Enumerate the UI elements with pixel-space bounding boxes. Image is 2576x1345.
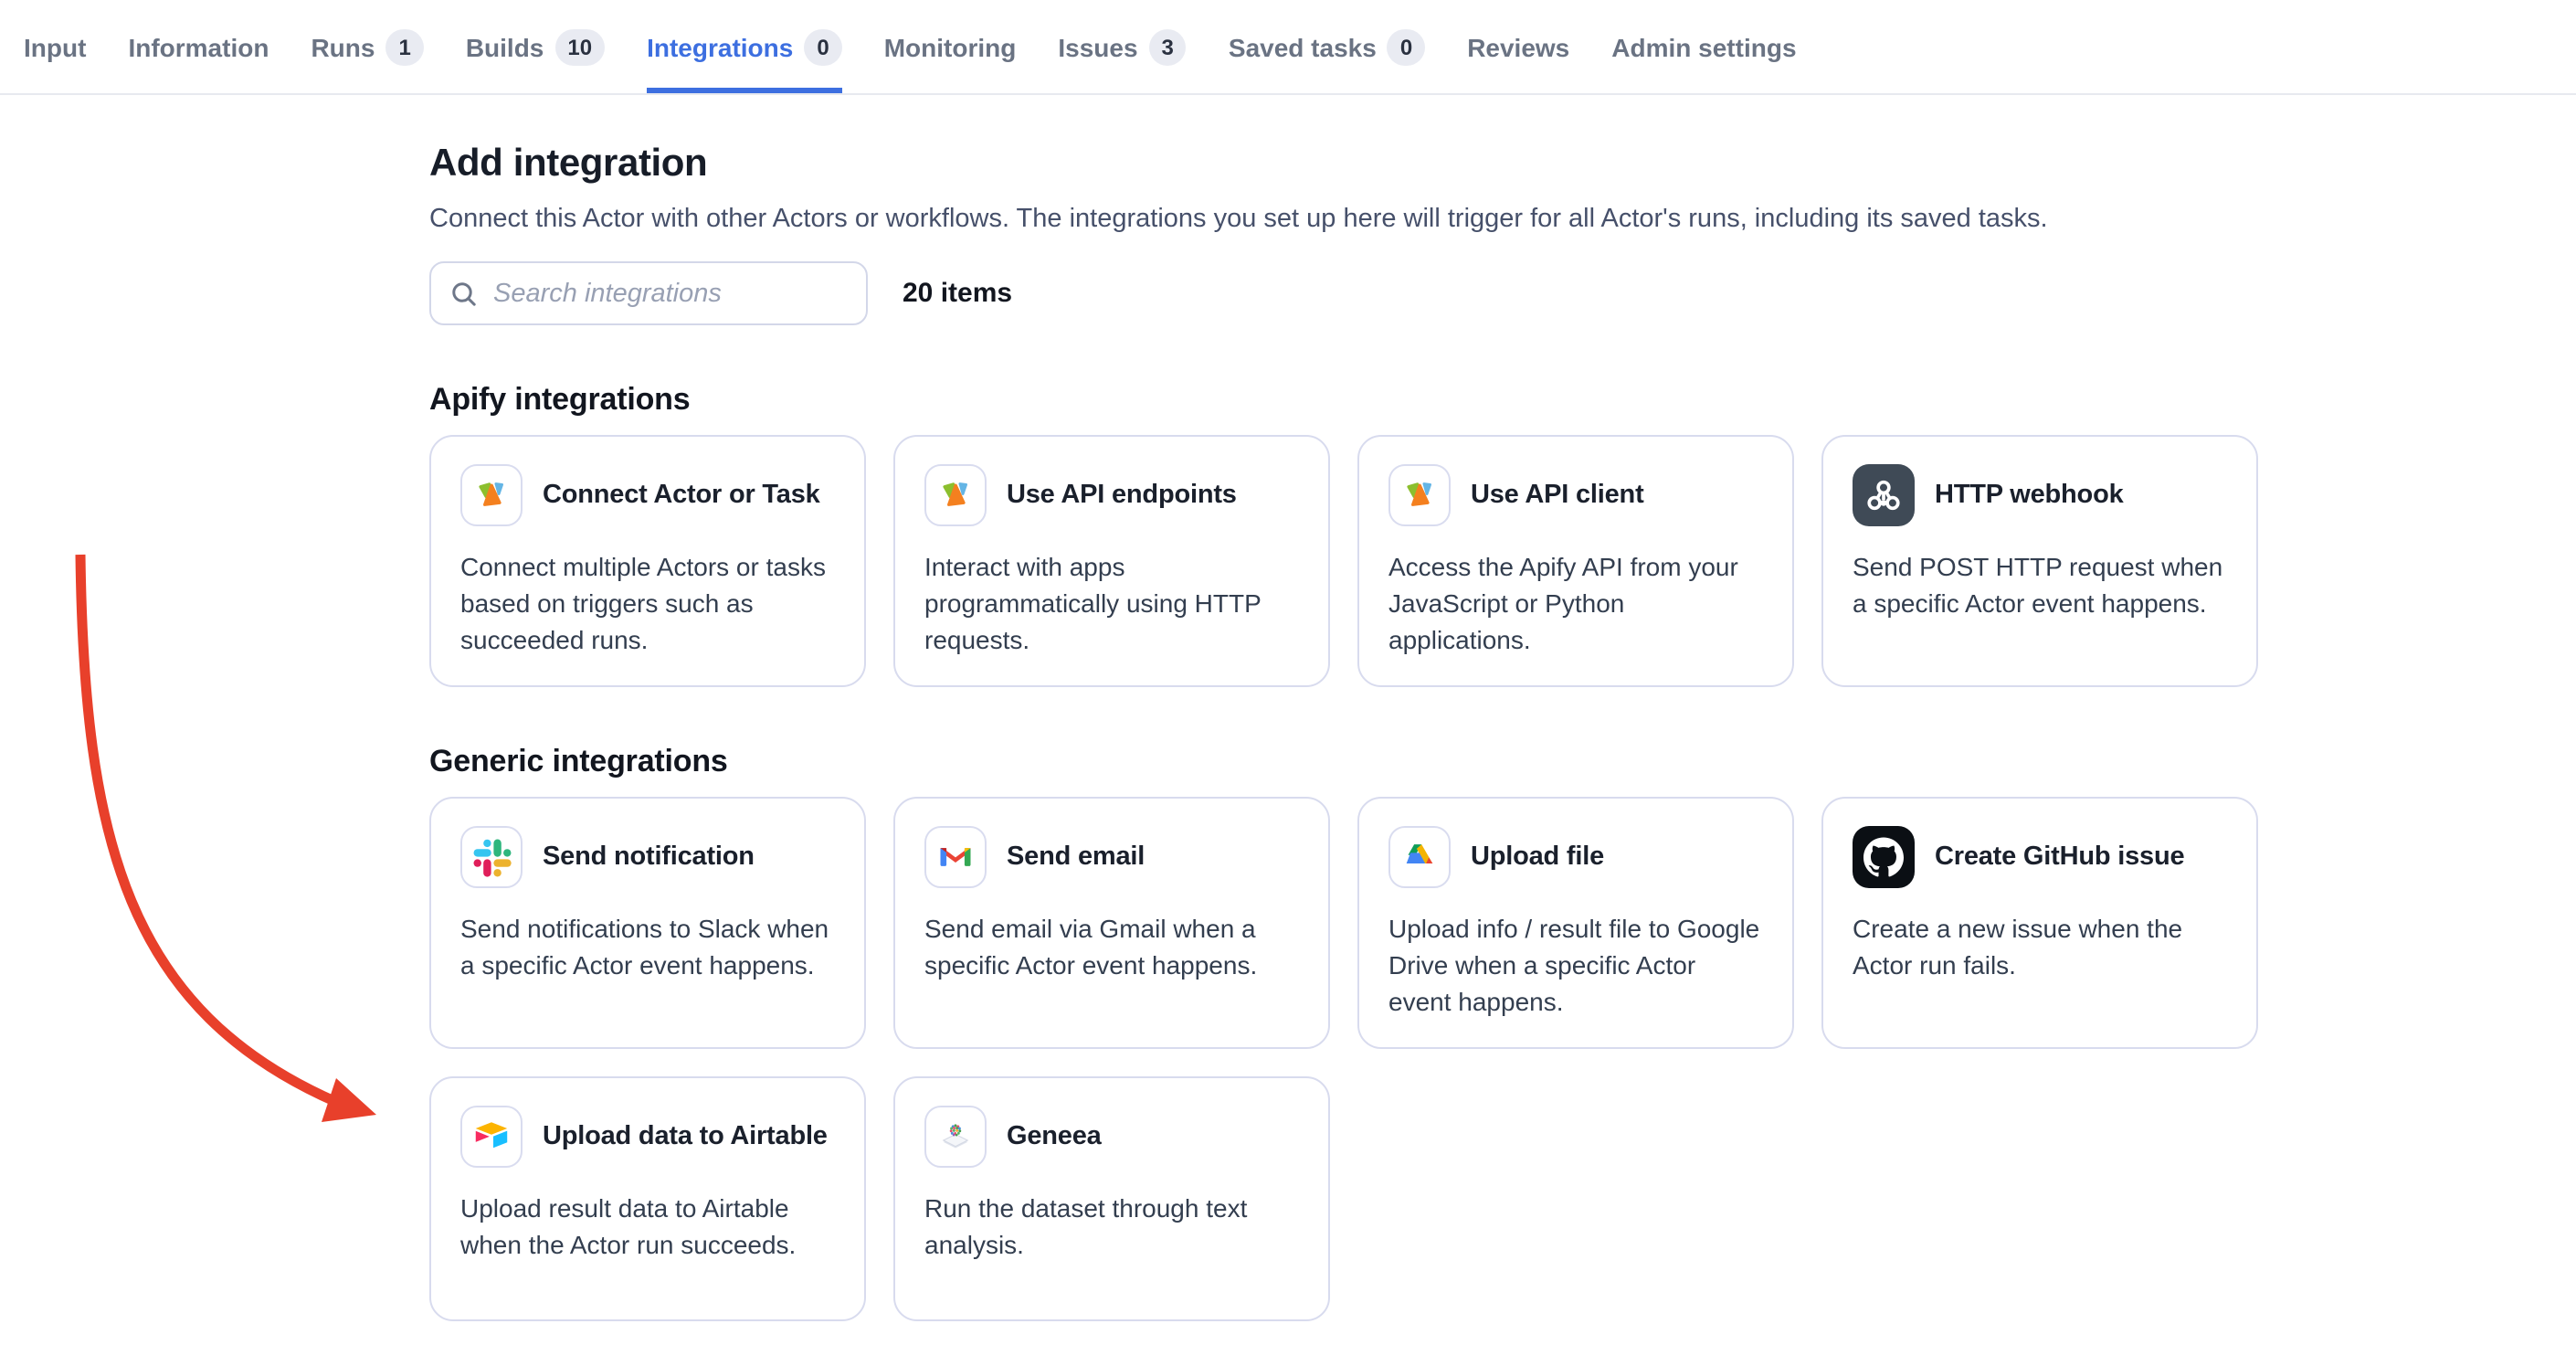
nav-tab-integrations[interactable]: Integrations 0 <box>647 0 842 93</box>
integration-card-description: Access the Apify API from your JavaScrip… <box>1388 548 1763 658</box>
integration-card-title: Upload file <box>1471 842 1604 872</box>
nav-tab-information[interactable]: Information <box>128 0 269 93</box>
actor-tab-bar: Input Information Runs 1 Builds 10 Integ… <box>0 0 2576 95</box>
integration-card-use-api-endpoints[interactable]: Use API endpoints Interact with apps pro… <box>893 435 1330 687</box>
integration-card-send-notification[interactable]: Send notification Send notifications to … <box>429 797 866 1049</box>
integration-card-connect-actor-or-task[interactable]: Connect Actor or Task Connect multiple A… <box>429 435 866 687</box>
integration-card-send-email[interactable]: Send email Send email via Gmail when a s… <box>893 797 1330 1049</box>
nav-tab-reviews[interactable]: Reviews <box>1467 0 1569 93</box>
search-row: 20 items <box>429 261 2576 325</box>
integration-card-description: Send notifications to Slack when a speci… <box>460 910 835 983</box>
search-icon <box>449 279 479 308</box>
apify-logo-icon <box>924 464 987 526</box>
github-icon <box>1853 826 1915 888</box>
integration-card-http-webhook[interactable]: HTTP webhook Send POST HTTP request when… <box>1821 435 2258 687</box>
search-input[interactable] <box>493 279 848 308</box>
integration-card-description: Interact with apps programmatically usin… <box>924 548 1299 658</box>
integration-card-title: Create GitHub issue <box>1935 842 2184 872</box>
tab-count-badge: 3 <box>1149 28 1187 65</box>
integration-card-upload-data-to-airtable[interactable]: Upload data to Airtable Upload result da… <box>429 1076 866 1321</box>
integration-card-description: Run the dataset through text analysis. <box>924 1190 1299 1263</box>
nav-tab-builds[interactable]: Builds 10 <box>466 0 605 93</box>
integration-sections: Apify integrations Connect Actor or Task… <box>429 382 2576 1321</box>
integration-card-description: Send POST HTTP request when a specific A… <box>1853 548 2227 621</box>
page-title: Add integration <box>429 143 2576 186</box>
section-title: Generic integrations <box>429 744 2576 780</box>
section-title: Apify integrations <box>429 382 2576 418</box>
integration-card-geneea[interactable]: Geneea Run the dataset through text anal… <box>893 1076 1330 1321</box>
airtable-icon <box>460 1106 523 1168</box>
integration-card-description: Upload info / result file to Google Driv… <box>1388 910 1763 1020</box>
nav-tab-admin-settings[interactable]: Admin settings <box>1611 0 1796 93</box>
integration-card-create-github-issue[interactable]: Create GitHub issue Create a new issue w… <box>1821 797 2258 1049</box>
card-grid: Connect Actor or Task Connect multiple A… <box>429 435 2576 687</box>
slack-icon <box>460 826 523 888</box>
nav-tab-saved-tasks[interactable]: Saved tasks 0 <box>1229 0 1425 93</box>
integration-card-title: Send notification <box>543 842 755 872</box>
integration-card-title: Geneea <box>1007 1122 1102 1151</box>
nav-tab-issues[interactable]: Issues 3 <box>1058 0 1187 93</box>
apify-logo-icon <box>460 464 523 526</box>
google-drive-icon <box>1388 826 1451 888</box>
main-content: Add integration Connect this Actor with … <box>0 95 2576 1321</box>
tab-count-badge: 1 <box>385 28 423 65</box>
items-count: 20 items <box>903 278 1012 309</box>
apify-logo-icon <box>1388 464 1451 526</box>
integration-card-title: Use API client <box>1471 481 1644 510</box>
integration-section: Generic integrations Send notification S… <box>429 744 2576 1321</box>
gmail-icon <box>924 826 987 888</box>
integration-card-title: Connect Actor or Task <box>543 481 820 510</box>
integration-card-upload-file[interactable]: Upload file Upload info / result file to… <box>1357 797 1794 1049</box>
page-description: Connect this Actor with other Actors or … <box>429 205 2576 234</box>
integration-section: Apify integrations Connect Actor or Task… <box>429 382 2576 687</box>
integration-card-description: Connect multiple Actors or tasks based o… <box>460 548 835 658</box>
integration-card-title: Use API endpoints <box>1007 481 1237 510</box>
webhook-icon <box>1853 464 1915 526</box>
integration-card-use-api-client[interactable]: Use API client Access the Apify API from… <box>1357 435 1794 687</box>
nav-tab-monitoring[interactable]: Monitoring <box>884 0 1017 93</box>
integration-card-title: HTTP webhook <box>1935 481 2124 510</box>
geneea-icon <box>924 1106 987 1168</box>
card-grid: Send notification Send notifications to … <box>429 797 2576 1321</box>
tab-count-badge: 0 <box>804 28 841 65</box>
tab-count-badge: 0 <box>1388 28 1425 65</box>
integration-card-description: Upload result data to Airtable when the … <box>460 1190 835 1263</box>
integration-card-description: Create a new issue when the Actor run fa… <box>1853 910 2227 983</box>
integration-card-title: Send email <box>1007 842 1145 872</box>
search-box[interactable] <box>429 261 868 325</box>
nav-tab-runs[interactable]: Runs 1 <box>311 0 423 93</box>
integration-card-title: Upload data to Airtable <box>543 1122 828 1151</box>
tab-count-badge: 10 <box>554 28 605 65</box>
integrations-page: Input Information Runs 1 Builds 10 Integ… <box>0 0 2576 1345</box>
integration-card-description: Send email via Gmail when a specific Act… <box>924 910 1299 983</box>
nav-tab-input[interactable]: Input <box>24 0 86 93</box>
